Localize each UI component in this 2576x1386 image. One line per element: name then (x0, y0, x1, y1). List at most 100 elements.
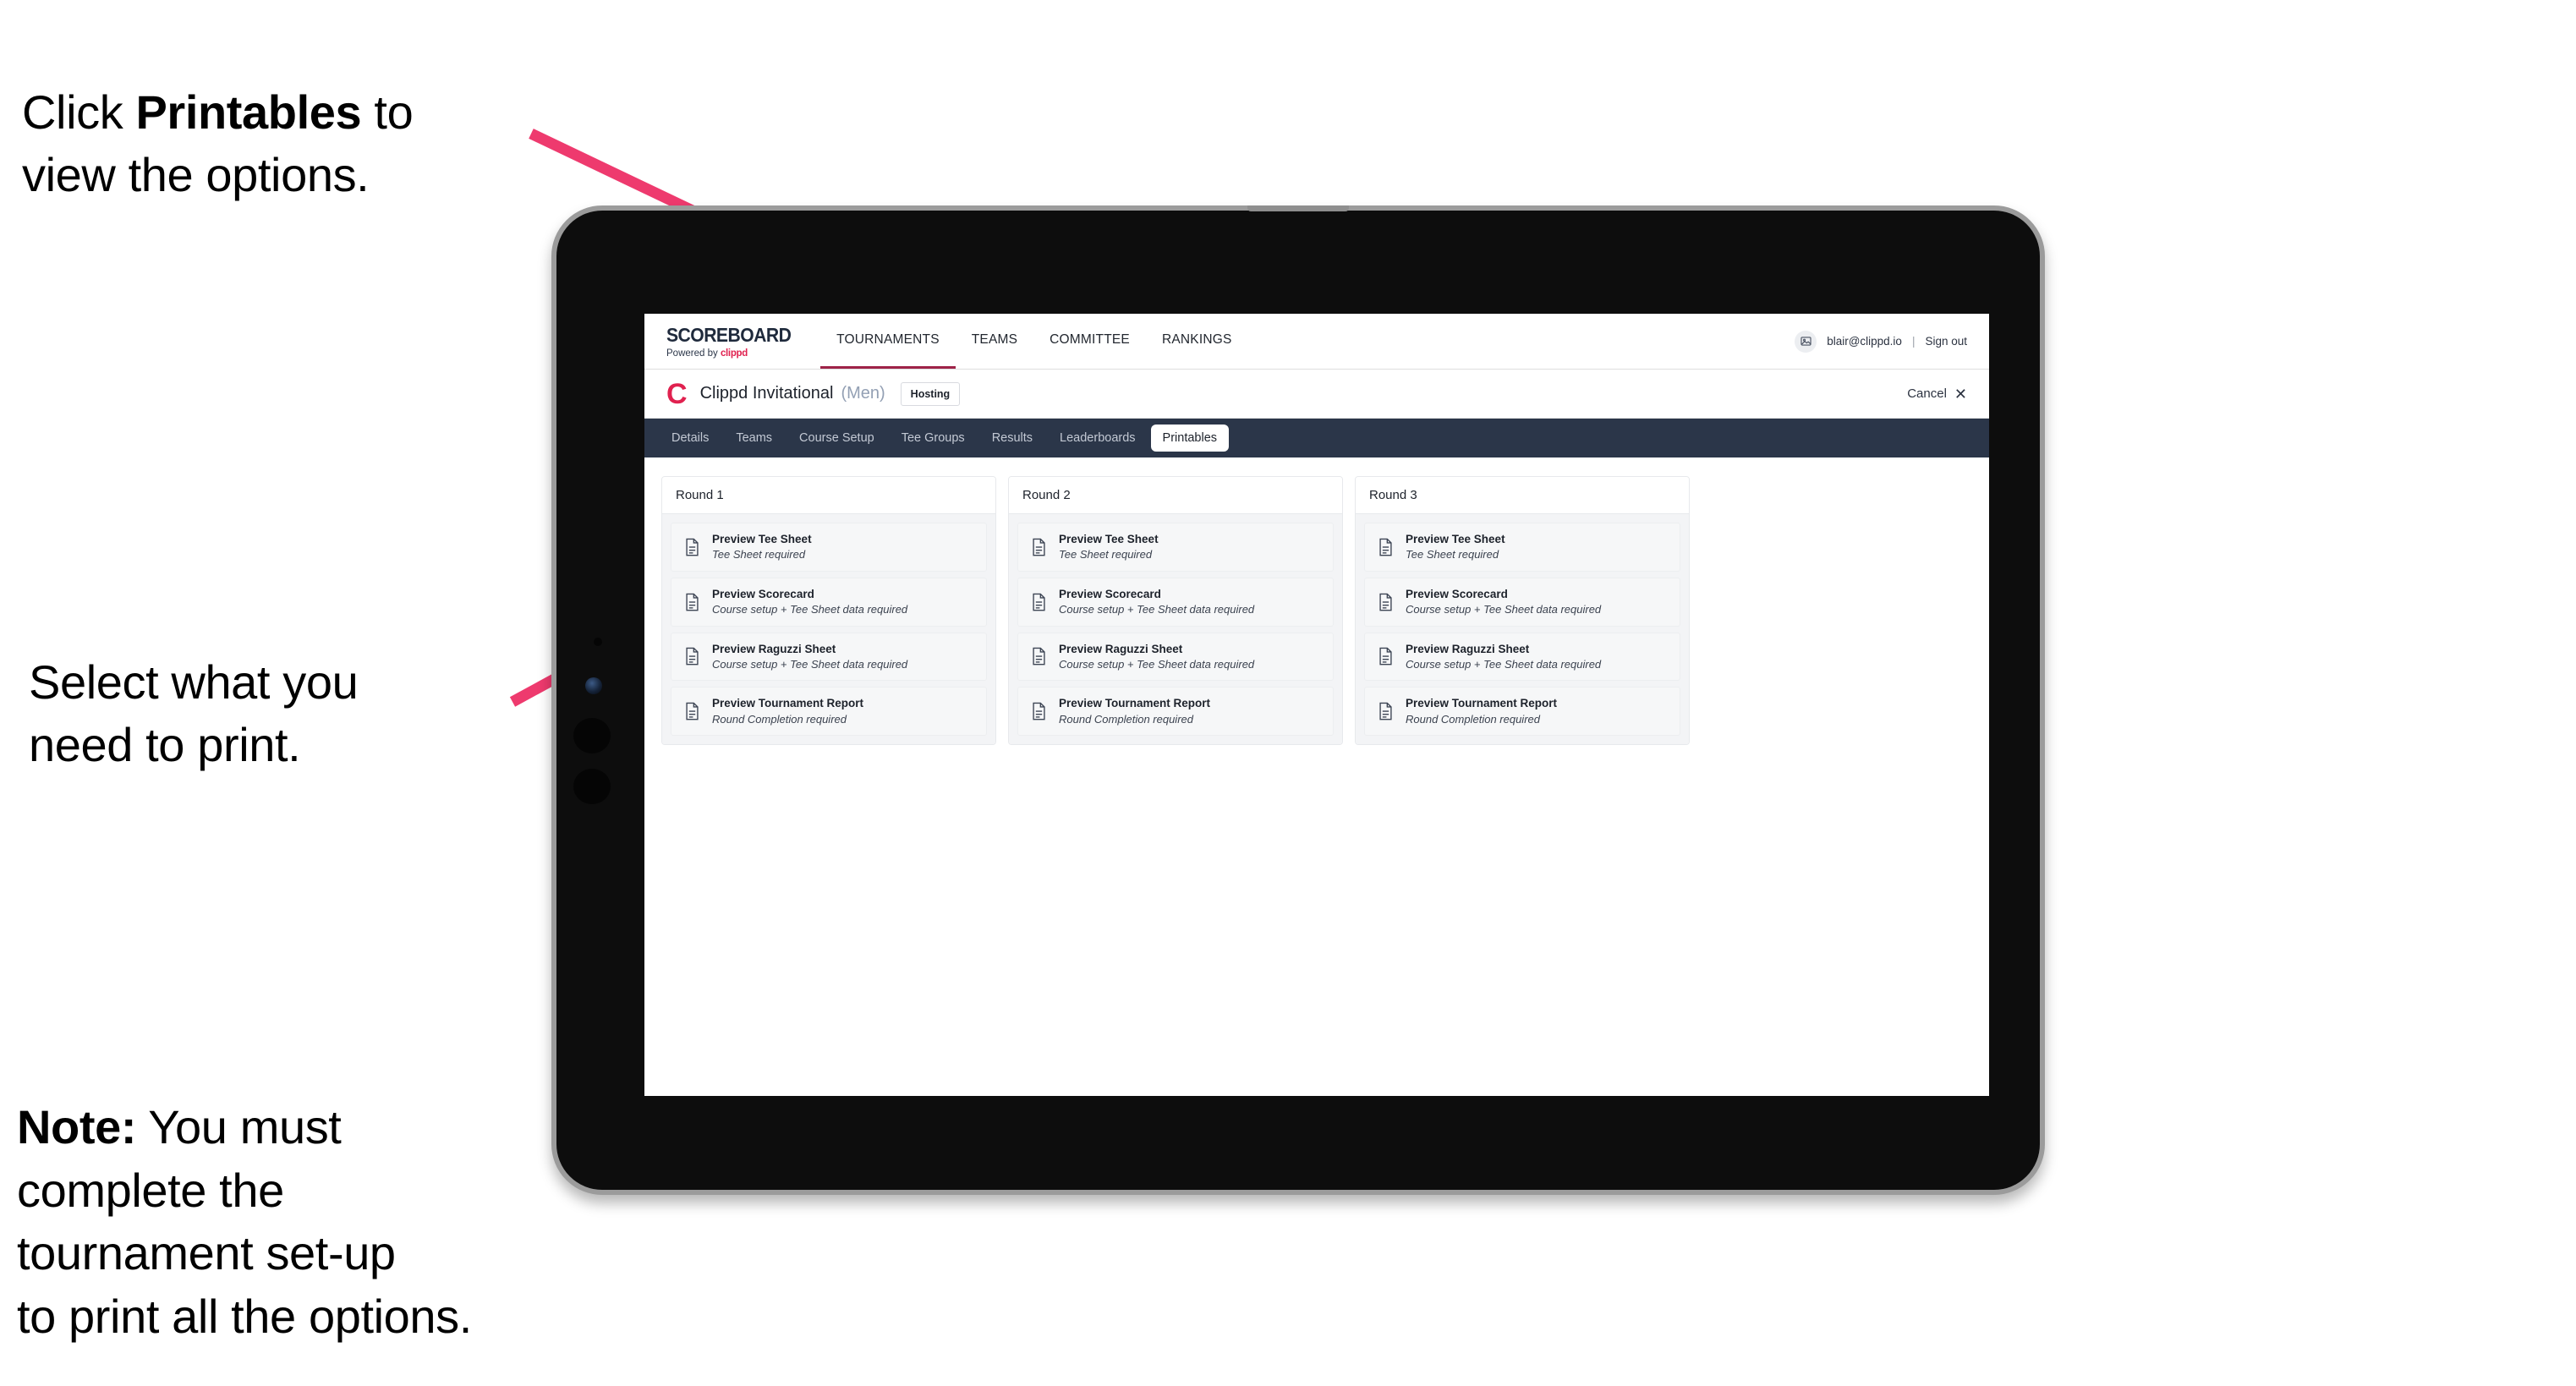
printable-item-tournament-report[interactable]: Preview Tournament Report Round Completi… (1017, 687, 1334, 737)
printable-item-tee-sheet[interactable]: Preview Tee Sheet Tee Sheet required (1364, 523, 1680, 572)
printable-item-text: Preview Scorecard Course setup + Tee She… (1406, 588, 1601, 616)
printable-item-text: Preview Tournament Report Round Completi… (712, 697, 863, 726)
printable-item-text: Preview Raguzzi Sheet Course setup + Tee… (1406, 643, 1601, 671)
tab-tee-groups[interactable]: Tee Groups (890, 425, 977, 452)
tablet-camera-icon (585, 677, 602, 694)
document-icon (1376, 538, 1395, 556)
annotation-click-printables: Click Printables to view the options. (22, 19, 563, 206)
printable-item-subtitle: Round Completion required (1406, 712, 1540, 726)
round-header: Round 1 (662, 477, 995, 514)
nav-item-tournaments[interactable]: TOURNAMENTS (820, 314, 956, 369)
printable-item-title: Preview Tee Sheet (1406, 533, 1505, 545)
tournament-gender: (Men) (841, 384, 885, 403)
printable-item-scorecard[interactable]: Preview Scorecard Course setup + Tee She… (1017, 577, 1334, 627)
document-icon (682, 702, 701, 720)
round-body: Preview Tee Sheet Tee Sheet required Pre… (662, 514, 995, 745)
printable-item-subtitle: Tee Sheet required (1406, 548, 1499, 562)
printable-item-title: Preview Scorecard (712, 587, 814, 600)
app-top-bar: SCOREBOARD Powered by clippd TOURNAMENTS… (644, 314, 1989, 370)
printable-item-subtitle: Tee Sheet required (712, 548, 806, 562)
printable-item-text: Preview Tournament Report Round Completi… (1406, 697, 1557, 726)
nav-item-rankings[interactable]: RANKINGS (1146, 314, 1248, 369)
round-body: Preview Tee Sheet Tee Sheet required Pre… (1009, 514, 1342, 745)
brand-powered-prefix: Powered by (666, 348, 721, 359)
annotation-select-print: Select what you need to print. (29, 655, 359, 771)
printable-item-raguzzi-sheet[interactable]: Preview Raguzzi Sheet Course setup + Tee… (1364, 632, 1680, 682)
avatar[interactable] (1795, 330, 1817, 353)
tablet-volume-down-button[interactable] (573, 769, 611, 804)
printable-item-subtitle: Course setup + Tee Sheet data required (712, 657, 908, 671)
printable-item-subtitle: Course setup + Tee Sheet data required (1406, 602, 1602, 616)
brand-clippd-name: clippd (720, 348, 748, 359)
document-icon (1029, 538, 1048, 556)
cancel-label: Cancel (1907, 386, 1947, 401)
round-column: Round 3 Preview Tee Sheet Tee Sheet requ… (1355, 476, 1690, 746)
printable-item-title: Preview Scorecard (1059, 587, 1161, 600)
annotation-click-bold: Printables (135, 85, 362, 139)
tab-leaderboards[interactable]: Leaderboards (1048, 425, 1148, 452)
document-icon (1029, 647, 1048, 666)
printable-item-raguzzi-sheet[interactable]: Preview Raguzzi Sheet Course setup + Tee… (671, 632, 987, 682)
round-column: Round 1 Preview Tee Sheet Tee Sheet requ… (661, 476, 996, 746)
printable-item-subtitle: Course setup + Tee Sheet data required (1406, 657, 1602, 671)
brand-logo[interactable]: SCOREBOARD Powered by clippd (644, 314, 820, 369)
round-column: Round 2 Preview Tee Sheet Tee Sheet requ… (1008, 476, 1343, 746)
close-x-icon: ✕ (1954, 385, 1967, 403)
document-icon (1376, 593, 1395, 611)
printable-item-title: Preview Scorecard (1406, 587, 1508, 600)
document-icon (1029, 702, 1048, 720)
round-header: Round 2 (1009, 477, 1342, 514)
printable-item-scorecard[interactable]: Preview Scorecard Course setup + Tee She… (1364, 577, 1680, 627)
tablet-screen: SCOREBOARD Powered by clippd TOURNAMENTS… (644, 314, 1989, 1096)
tournament-sub-nav: Details Teams Course Setup Tee Groups Re… (644, 419, 1989, 457)
printable-item-subtitle: Tee Sheet required (1059, 548, 1153, 562)
tab-course-setup[interactable]: Course Setup (787, 425, 886, 452)
tab-printables[interactable]: Printables (1150, 425, 1230, 452)
printable-item-text: Preview Tee Sheet Tee Sheet required (712, 533, 812, 562)
printable-item-title: Preview Tournament Report (1059, 697, 1211, 710)
printable-item-raguzzi-sheet[interactable]: Preview Raguzzi Sheet Course setup + Tee… (1017, 632, 1334, 682)
printable-item-title: Preview Raguzzi Sheet (1059, 642, 1183, 655)
tablet-volume-up-button[interactable] (573, 718, 611, 753)
tablet-speaker-icon (1247, 205, 1349, 211)
cancel-button[interactable]: Cancel ✕ (1907, 386, 1967, 402)
tab-results[interactable]: Results (980, 425, 1044, 452)
hosting-badge[interactable]: Hosting (900, 381, 961, 406)
printable-item-title: Preview Raguzzi Sheet (712, 642, 836, 655)
nav-item-committee[interactable]: COMMITTEE (1033, 314, 1146, 369)
tablet-device-frame: SCOREBOARD Powered by clippd TOURNAMENTS… (551, 205, 2045, 1195)
tournament-name: Clippd Invitational (699, 384, 834, 403)
printable-item-tournament-report[interactable]: Preview Tournament Report Round Completi… (671, 687, 987, 737)
printable-item-subtitle: Course setup + Tee Sheet data required (712, 602, 908, 616)
document-icon (1376, 702, 1395, 720)
sign-out-link[interactable]: Sign out (1925, 335, 1967, 348)
document-icon (682, 538, 701, 556)
printable-item-text: Preview Tee Sheet Tee Sheet required (1406, 533, 1505, 562)
account-area: blair@clippd.io | Sign out (1795, 314, 1989, 369)
printable-item-tournament-report[interactable]: Preview Tournament Report Round Completi… (1364, 687, 1680, 737)
tablet-microphone-icon (594, 638, 602, 646)
printable-item-subtitle: Course setup + Tee Sheet data required (1059, 602, 1255, 616)
user-email: blair@clippd.io (1827, 335, 1902, 348)
round-body: Preview Tee Sheet Tee Sheet required Pre… (1356, 514, 1689, 745)
account-divider: | (1911, 335, 1916, 348)
document-icon (682, 593, 701, 611)
document-icon (1376, 647, 1395, 666)
printable-item-title: Preview Tee Sheet (712, 533, 812, 545)
printable-item-text: Preview Tee Sheet Tee Sheet required (1059, 533, 1159, 562)
printable-item-title: Preview Tournament Report (1406, 697, 1558, 710)
printable-item-subtitle: Course setup + Tee Sheet data required (1059, 657, 1255, 671)
printable-item-title: Preview Tee Sheet (1059, 533, 1159, 545)
printable-item-scorecard[interactable]: Preview Scorecard Course setup + Tee She… (671, 577, 987, 627)
tab-details[interactable]: Details (660, 425, 721, 452)
primary-nav: TOURNAMENTS TEAMS COMMITTEE RANKINGS (820, 314, 1247, 369)
printable-item-tee-sheet[interactable]: Preview Tee Sheet Tee Sheet required (671, 523, 987, 572)
printable-item-title: Preview Raguzzi Sheet (1406, 642, 1530, 655)
printable-item-text: Preview Raguzzi Sheet Course setup + Tee… (712, 643, 907, 671)
document-icon (682, 647, 701, 666)
printable-item-tee-sheet[interactable]: Preview Tee Sheet Tee Sheet required (1017, 523, 1334, 572)
nav-item-teams[interactable]: TEAMS (956, 314, 1033, 369)
round-header: Round 3 (1356, 477, 1689, 514)
tab-teams[interactable]: Teams (724, 425, 784, 452)
printable-item-text: Preview Scorecard Course setup + Tee She… (712, 588, 907, 616)
